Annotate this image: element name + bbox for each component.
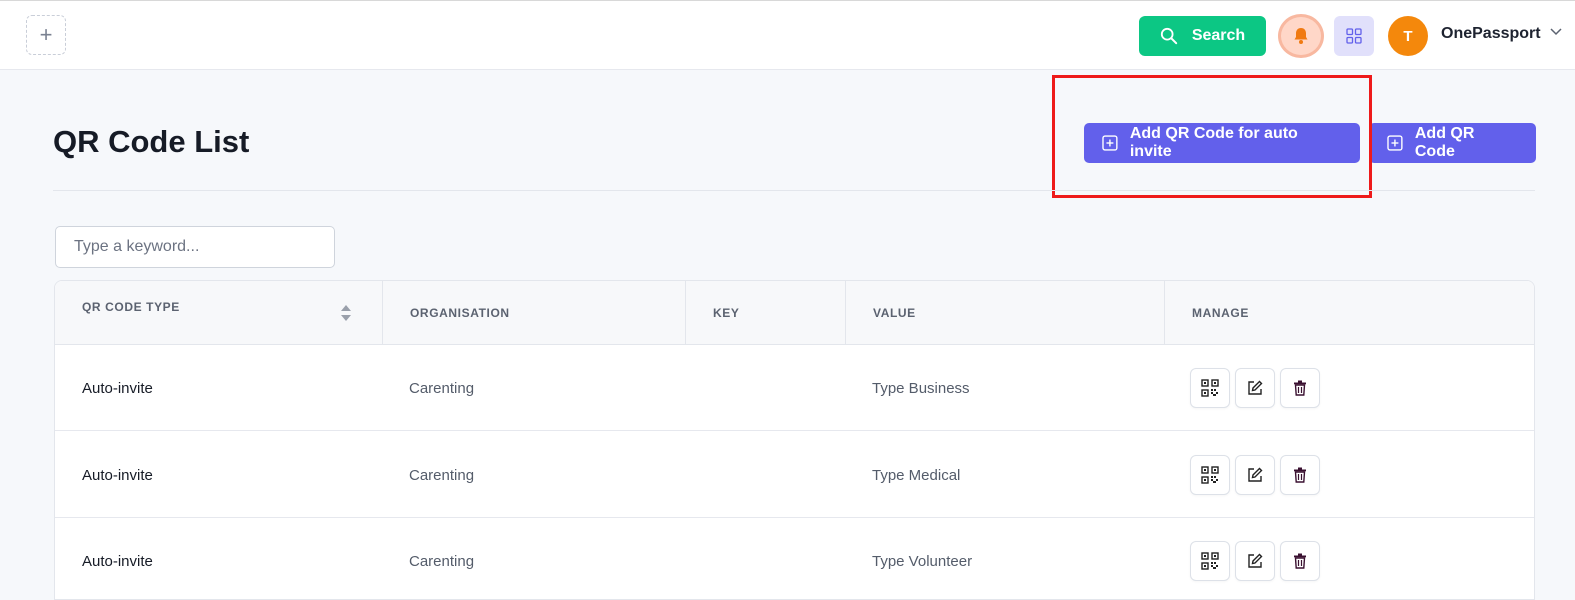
cell-qr-code-type: Auto-invite <box>82 379 153 397</box>
add-qr-code-button[interactable]: Add QR Code <box>1369 123 1536 163</box>
edit-button[interactable] <box>1235 455 1275 495</box>
user-name[interactable]: OnePassport <box>1441 25 1541 43</box>
table-row: Auto-invite Carenting Type Business <box>55 345 1534 431</box>
chevron-down-icon[interactable] <box>1549 27 1563 37</box>
title-divider <box>53 190 1535 191</box>
cell-organisation: Carenting <box>409 379 475 397</box>
trash-icon <box>1294 553 1306 569</box>
notifications-button[interactable] <box>1278 14 1324 58</box>
edit-button[interactable] <box>1235 368 1275 408</box>
qr-code-icon <box>1201 552 1219 570</box>
cell-value: Type Volunteer <box>872 552 973 570</box>
add-qr-code-auto-invite-button[interactable]: Add QR Code for auto invite <box>1084 123 1360 163</box>
plus-square-icon <box>1102 135 1118 151</box>
cell-organisation: Carenting <box>409 466 475 484</box>
trash-icon <box>1294 467 1306 483</box>
search-button-label: Search <box>1191 27 1246 44</box>
cell-qr-code-type: Auto-invite <box>82 552 153 570</box>
column-header-qr-code-type[interactable]: QR CODE TYPE <box>55 281 382 345</box>
avatar-initial: T <box>1403 27 1413 45</box>
cell-manage <box>1190 345 1320 431</box>
search-icon <box>1160 27 1178 45</box>
qr-code-icon <box>1201 466 1219 484</box>
avatar[interactable]: T <box>1388 16 1428 56</box>
cell-organisation: Carenting <box>409 552 475 570</box>
column-header-organisation: ORGANISATION <box>382 281 685 345</box>
edit-icon <box>1248 553 1263 568</box>
plus-square-icon <box>1387 135 1403 151</box>
edit-button[interactable] <box>1235 541 1275 581</box>
page-title: QR Code List <box>53 124 250 159</box>
column-header-key: KEY <box>685 281 845 345</box>
add-qr-code-label: Add QR Code <box>1414 125 1475 160</box>
edit-icon <box>1248 380 1263 395</box>
table-row: Auto-invite Carenting Type Medical <box>55 432 1534 518</box>
view-qr-code-button[interactable] <box>1190 541 1230 581</box>
keyword-search-input[interactable] <box>55 226 335 268</box>
cell-manage <box>1190 518 1320 599</box>
column-header-manage: MANAGE <box>1164 281 1534 345</box>
qr-code-table: QR CODE TYPE ORGANISATION KEY VALUE MANA… <box>54 280 1535 600</box>
delete-button[interactable] <box>1280 455 1320 495</box>
cell-value: Type Business <box>872 379 970 397</box>
trash-icon <box>1294 380 1306 396</box>
bell-icon <box>1294 28 1308 44</box>
cell-qr-code-type: Auto-invite <box>82 466 153 484</box>
table-header: QR CODE TYPE ORGANISATION KEY VALUE MANA… <box>55 281 1534 345</box>
cell-value: Type Medical <box>872 466 961 484</box>
apps-menu-button[interactable] <box>1334 16 1374 56</box>
search-button[interactable]: Search <box>1139 16 1266 56</box>
add-qr-code-auto-invite-label: Add QR Code for auto invite <box>1129 125 1298 160</box>
qr-code-icon <box>1201 379 1219 397</box>
view-qr-code-button[interactable] <box>1190 455 1230 495</box>
edit-icon <box>1248 467 1263 482</box>
plus-icon: + <box>39 22 53 47</box>
table-row: Auto-invite Carenting Type Volunteer <box>55 518 1534 599</box>
sort-icon[interactable] <box>340 304 352 322</box>
cell-manage <box>1190 432 1320 518</box>
add-new-button[interactable]: + <box>26 15 66 55</box>
delete-button[interactable] <box>1280 368 1320 408</box>
column-header-value: VALUE <box>845 281 1164 345</box>
delete-button[interactable] <box>1280 541 1320 581</box>
grid-icon <box>1346 28 1362 44</box>
top-bar: + Search T OnePassport <box>0 0 1575 70</box>
view-qr-code-button[interactable] <box>1190 368 1230 408</box>
